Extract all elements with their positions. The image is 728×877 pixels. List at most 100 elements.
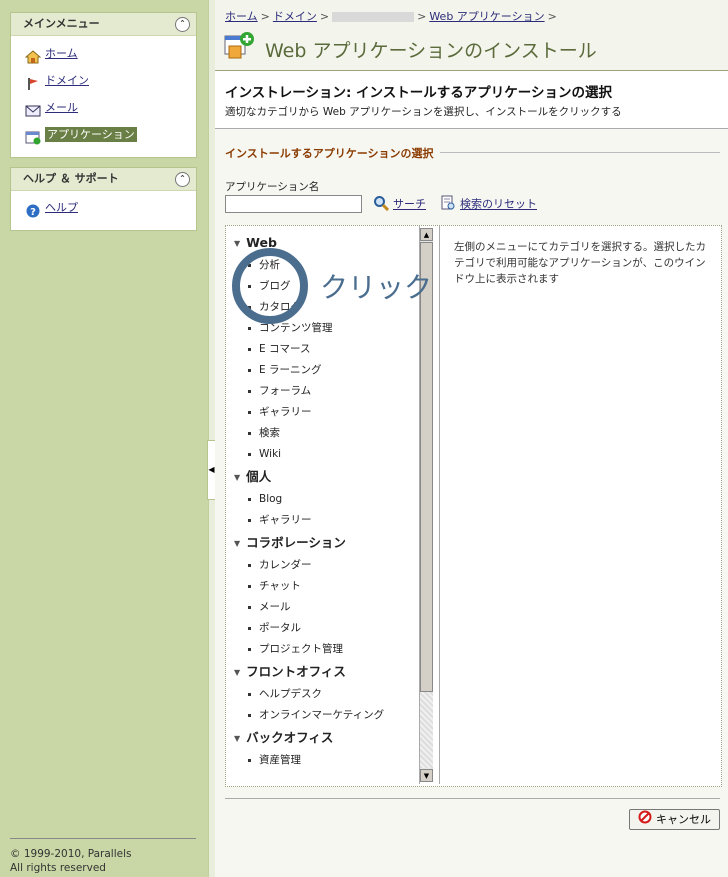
cancel-icon [638, 810, 652, 830]
category-item[interactable]: ポータル [226, 618, 419, 639]
category-group: ▼ コラボレーション カレンダー チャット メール ポータル プロジェクト管理 [226, 531, 419, 660]
bottom-divider [225, 798, 720, 799]
category-item[interactable]: 資産管理 [226, 750, 419, 771]
category-header[interactable]: ▼ コラボレーション [226, 531, 419, 555]
svg-text:?: ? [30, 207, 36, 218]
category-item[interactable]: メール [226, 597, 419, 618]
content-area: インストールするアプリケーションの選択 アプリケーション名 サーチ 検索のリセッ… [215, 129, 728, 877]
app-name-input[interactable] [225, 195, 362, 213]
bullet-icon [248, 692, 251, 696]
copyright-line: All rights reserved [10, 862, 106, 874]
expand-triangle-icon: ▼ [234, 238, 241, 248]
info-pane: 左側のメニューにてカテゴリを選択する。選択したカテゴリで利用可能なアプリケーショ… [439, 226, 722, 784]
reset-search-button[interactable]: 検索のリセット [440, 195, 537, 214]
annotation-label: クリック [320, 271, 433, 304]
home-icon [24, 47, 42, 64]
sidebar-item-application[interactable]: アプリケーション [11, 121, 196, 148]
category-item[interactable]: 検索 [226, 423, 419, 444]
category-item[interactable]: チャット [226, 576, 419, 597]
main-menu-header[interactable]: メインメニュー ⌃ [11, 13, 196, 36]
breadcrumb-webapps[interactable]: Web アプリケーション [429, 10, 544, 23]
breadcrumb-home[interactable]: ホーム [225, 10, 258, 23]
sidebar-item-domain[interactable]: ドメイン [11, 67, 196, 94]
category-group: ▼ バックオフィス 資産管理 [226, 726, 419, 771]
bullet-icon [248, 605, 251, 609]
bullet-icon [248, 326, 251, 330]
scroll-up-icon[interactable]: ▲ [420, 228, 433, 241]
category-item[interactable]: ギャラリー [226, 510, 419, 531]
category-scrollbar[interactable]: ▲ ▼ [420, 228, 433, 782]
scroll-track[interactable] [420, 692, 433, 768]
category-item[interactable]: ギャラリー [226, 402, 419, 423]
app-name-label: アプリケーション名 [225, 181, 320, 193]
scroll-down-icon[interactable]: ▼ [420, 769, 433, 782]
main-menu-panel: メインメニュー ⌃ ホーム ドメイン メール アプリケーション [10, 12, 197, 158]
category-item[interactable]: カレンダー [226, 555, 419, 576]
expand-triangle-icon: ▼ [234, 538, 241, 548]
bullet-icon [248, 497, 251, 501]
page-header: ホーム > ドメイン > > Web アプリケーション > Web アプリケーションのインス… [215, 0, 728, 71]
category-item[interactable]: フォーラム [226, 381, 419, 402]
help-menu-header[interactable]: ヘルプ ＆ サポート ⌃ [11, 168, 196, 191]
category-header[interactable]: ▼ フロントオフィス [226, 660, 419, 684]
collapse-up-icon[interactable]: ⌃ [175, 172, 190, 187]
breadcrumb-domain[interactable]: ドメイン [273, 10, 317, 23]
help-menu-panel: ヘルプ ＆ サポート ⌃ ? ヘルプ [10, 167, 197, 231]
search-button[interactable]: サーチ [373, 195, 426, 214]
expand-triangle-icon: ▼ [234, 667, 241, 677]
sidebar-item-label: メール [45, 101, 78, 114]
category-header[interactable]: ▼ バックオフィス [226, 726, 419, 750]
sidebar-item-label: アプリケーション [45, 127, 137, 142]
category-item[interactable]: E ラーニング [226, 360, 419, 381]
bullet-icon [248, 452, 251, 456]
page-title: Web アプリケーションのインストール [265, 40, 597, 62]
main-menu-title: メインメニュー [23, 17, 100, 30]
help-menu-title: ヘルプ ＆ サポート [23, 172, 119, 185]
collapse-up-icon[interactable]: ⌃ [175, 17, 190, 32]
category-header[interactable]: ▼ 個人 [226, 465, 419, 489]
bullet-icon [248, 713, 251, 717]
help-icon: ? [25, 201, 41, 218]
bullet-icon [248, 626, 251, 630]
bullet-icon [248, 584, 251, 588]
expand-triangle-icon: ▼ [234, 472, 241, 482]
sidebar-item-mail[interactable]: メール [11, 94, 196, 121]
annotation-circle [232, 248, 308, 324]
bullet-icon [248, 389, 251, 393]
breadcrumb: ホーム > ドメイン > > Web アプリケーション > [225, 10, 557, 23]
sidebar-item-help[interactable]: ? ヘルプ [11, 194, 196, 221]
bullet-icon [248, 431, 251, 435]
mail-icon [25, 101, 41, 117]
sidebar-item-home[interactable]: ホーム [11, 40, 196, 67]
cancel-button[interactable]: キャンセル [629, 809, 720, 830]
domain-icon [25, 74, 41, 90]
category-item[interactable]: Wiki [226, 444, 419, 465]
category-item[interactable]: オンラインマーケティング [226, 705, 419, 726]
category-group: ▼ フロントオフィス ヘルプデスク オンラインマーケティング [226, 660, 419, 726]
section-legend: インストールするアプリケーションの選択 [225, 147, 434, 160]
bullet-icon [248, 647, 251, 651]
breadcrumb-masked-domain[interactable] [332, 12, 415, 22]
category-item[interactable]: プロジェクト管理 [226, 639, 419, 660]
sub-header-title: インストレーション: インストールするアプリケーションの選択 [225, 85, 613, 101]
copyright: © 1999-2010, Parallels All rights reserv… [10, 838, 196, 875]
category-group: ▼ 個人 Blog ギャラリー [226, 465, 419, 531]
expand-triangle-icon: ▼ [234, 733, 241, 743]
sidebar-item-label: ヘルプ [45, 201, 78, 214]
bullet-icon [248, 563, 251, 567]
sidebar-divider [208, 0, 215, 877]
copyright-line: © 1999-2010, Parallels [10, 848, 132, 860]
category-item[interactable]: ヘルプデスク [226, 684, 419, 705]
sub-header: インストレーション: インストールするアプリケーションの選択 適切なカテゴリから… [215, 71, 728, 129]
info-text: 左側のメニューにてカテゴリを選択する。選択したカテゴリで利用可能なアプリケーショ… [454, 241, 706, 285]
category-item[interactable]: Blog [226, 489, 419, 510]
bullet-icon [248, 410, 251, 414]
category-item[interactable]: E コマース [226, 339, 419, 360]
sidebar: メインメニュー ⌃ ホーム ドメイン メール アプリケーション ヘルプ ＆ サポ… [0, 0, 208, 877]
bullet-icon [248, 368, 251, 372]
application-icon [25, 128, 41, 145]
reset-search-icon [440, 195, 456, 214]
bullet-icon [248, 347, 251, 351]
scroll-thumb[interactable] [420, 242, 433, 692]
bullet-icon [248, 758, 251, 762]
